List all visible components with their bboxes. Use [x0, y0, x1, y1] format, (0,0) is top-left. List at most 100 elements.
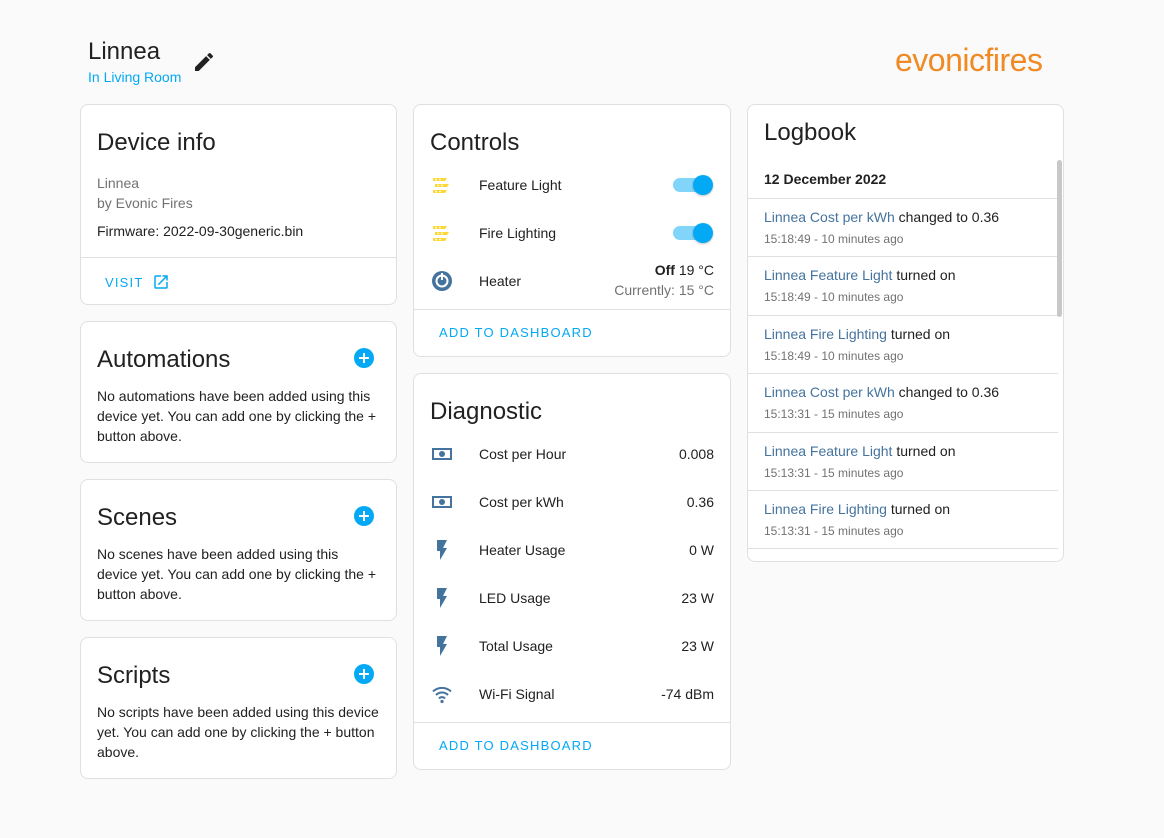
entity-label: Feature Light: [479, 177, 562, 193]
scripts-empty-message: No scripts have been added using this de…: [97, 704, 379, 760]
device-manufacturer: by Evonic Fires: [97, 195, 193, 211]
entity-label: Total Usage: [479, 638, 553, 654]
led-strip-icon: [430, 221, 454, 245]
feature-light-toggle[interactable]: [673, 175, 713, 195]
entity-row-total-usage[interactable]: Total Usage 23 W: [430, 626, 714, 666]
logbook-time: 15:13:31 - 15 minutes ago: [764, 466, 904, 480]
logbook-entity-link[interactable]: Linnea Fire Lighting: [764, 501, 887, 517]
device-firmware: Firmware: 2022-09-30generic.bin: [97, 223, 304, 239]
area-link[interactable]: In Living Room: [88, 69, 181, 85]
entity-label: Wi-Fi Signal: [479, 686, 555, 702]
entity-row-cost-per-hour[interactable]: Cost per Hour 0.008: [430, 434, 714, 474]
add-to-dashboard-label: ADD TO DASHBOARD: [439, 325, 593, 340]
logbook-action: turned on: [896, 443, 956, 459]
scenes-title: Scenes: [97, 504, 178, 531]
logbook-action: turned on: [890, 326, 951, 342]
logbook-entry: Linnea Feature Light turned on 15:18:49 …: [748, 256, 1058, 314]
entity-label: Heater Usage: [479, 542, 566, 558]
logbook-entry: Linnea Feature Light turned on 15:13:31 …: [748, 432, 1058, 490]
led-strip-icon: [430, 173, 454, 197]
logbook-entity-link[interactable]: Linnea Cost per kWh: [764, 384, 895, 400]
automations-title: Automations: [97, 346, 231, 373]
divider: [414, 309, 730, 310]
entity-label: Fire Lighting: [479, 225, 557, 241]
divider: [748, 548, 1058, 549]
entity-value: 23 W: [681, 590, 714, 606]
cash-icon: [430, 442, 454, 466]
logbook-entity-link[interactable]: Linnea Cost per kWh: [764, 209, 895, 225]
wifi-icon: [430, 682, 454, 706]
logbook-action: turned on: [890, 501, 951, 517]
device-info-card: Device info Linnea by Evonic Fires Firmw…: [80, 104, 397, 305]
visit-label: VISIT: [105, 274, 144, 290]
add-script-button[interactable]: [354, 664, 374, 684]
flash-icon: [430, 586, 454, 610]
thermostat-icon: [430, 269, 454, 293]
heater-mode: Off: [654, 262, 675, 278]
logbook-scrollbar[interactable]: [1057, 160, 1062, 317]
logbook-entry: Linnea Fire Lighting turned on 15:13:31 …: [748, 490, 1058, 548]
flash-icon: [430, 634, 454, 658]
logbook-action: changed to 0.36: [898, 384, 1000, 400]
entity-value: 23 W: [681, 638, 714, 654]
scripts-title: Scripts: [97, 662, 171, 689]
divider: [414, 722, 730, 723]
device-model: Linnea: [97, 175, 140, 191]
entity-row-heater-usage[interactable]: Heater Usage 0 W: [430, 530, 714, 570]
entity-value: 0.008: [678, 446, 714, 462]
diagnostic-title: Diagnostic: [430, 398, 543, 425]
logbook-date: 12 December 2022: [764, 171, 887, 187]
open-in-new-icon: [153, 275, 168, 289]
logbook-action: changed to 0.36: [898, 209, 1000, 225]
divider: [81, 257, 396, 258]
edit-device-button[interactable]: [192, 50, 216, 74]
entity-label: LED Usage: [479, 590, 551, 606]
entity-label: Cost per kWh: [479, 494, 564, 510]
controls-card: Controls Feature Light Fire Lighting Hea…: [413, 104, 731, 357]
logbook-entity-link[interactable]: Linnea Feature Light: [764, 443, 892, 459]
controls-add-to-dashboard-button[interactable]: ADD TO DASHBOARD: [439, 325, 593, 340]
logbook-action: turned on: [896, 267, 956, 283]
flash-icon: [430, 538, 454, 562]
entity-row-cost-per-kwh[interactable]: Cost per kWh 0.36: [430, 482, 714, 522]
logbook-time: 15:13:31 - 15 minutes ago: [764, 524, 904, 538]
logbook-time: 15:18:49 - 10 minutes ago: [764, 232, 904, 246]
entity-row-heater[interactable]: Heater Off 19 °C Currently: 15 °C: [430, 261, 714, 301]
entity-value: 0.36: [686, 494, 714, 510]
logbook-title: Logbook: [764, 119, 857, 146]
entity-label: Heater: [479, 273, 522, 289]
entity-row-wifi-signal[interactable]: Wi-Fi Signal -74 dBm: [430, 674, 714, 714]
logbook-entity-link[interactable]: Linnea Fire Lighting: [764, 326, 887, 342]
scenes-card: Scenes No scenes have been added using t…: [80, 479, 397, 621]
logbook-time: 15:18:49 - 10 minutes ago: [764, 290, 904, 304]
add-scene-button[interactable]: [354, 506, 374, 526]
add-automation-button[interactable]: [354, 348, 374, 368]
entity-row-feature-light[interactable]: Feature Light: [430, 165, 714, 205]
scripts-card: Scripts No scripts have been added using…: [80, 637, 397, 779]
entity-label: Cost per Hour: [479, 446, 567, 462]
add-to-dashboard-label: ADD TO DASHBOARD: [439, 738, 593, 753]
visit-button[interactable]: VISIT: [105, 273, 170, 291]
entity-row-fire-lighting[interactable]: Fire Lighting: [430, 213, 714, 253]
logbook-entry: Linnea Fire Lighting turned on 15:18:49 …: [748, 315, 1058, 373]
diagnostic-card: Diagnostic Cost per Hour 0.008 Cost per …: [413, 373, 731, 770]
entity-value: 0 W: [689, 542, 714, 558]
device-name-title: Linnea: [88, 38, 161, 65]
brand-logo: evonicfires: [895, 42, 1043, 78]
logbook-time: 15:18:49 - 10 minutes ago: [764, 349, 904, 363]
logbook-entry: Linnea Cost per kWh changed to 0.36 15:1…: [748, 198, 1058, 256]
entity-value: -74 dBm: [661, 686, 714, 702]
fire-lighting-toggle[interactable]: [673, 223, 713, 243]
entity-row-led-usage[interactable]: LED Usage 23 W: [430, 578, 714, 618]
heater-state: Off 19 °C Currently: 15 °C: [614, 260, 714, 300]
logbook-time: 15:13:31 - 15 minutes ago: [764, 407, 904, 421]
heater-current-temp: Currently: 15 °C: [614, 282, 714, 298]
scenes-empty-message: No scenes have been added using this dev…: [97, 546, 377, 602]
diagnostic-add-to-dashboard-button[interactable]: ADD TO DASHBOARD: [439, 738, 593, 753]
cash-icon: [430, 490, 454, 514]
logbook-card: Logbook 12 December 2022 Linnea Cost per…: [747, 104, 1064, 562]
logbook-entry: Linnea Cost per kWh changed to 0.36 15:1…: [748, 373, 1058, 431]
automations-empty-message: No automations have been added using thi…: [97, 388, 377, 444]
logbook-entity-link[interactable]: Linnea Feature Light: [764, 267, 892, 283]
controls-title: Controls: [430, 129, 520, 156]
